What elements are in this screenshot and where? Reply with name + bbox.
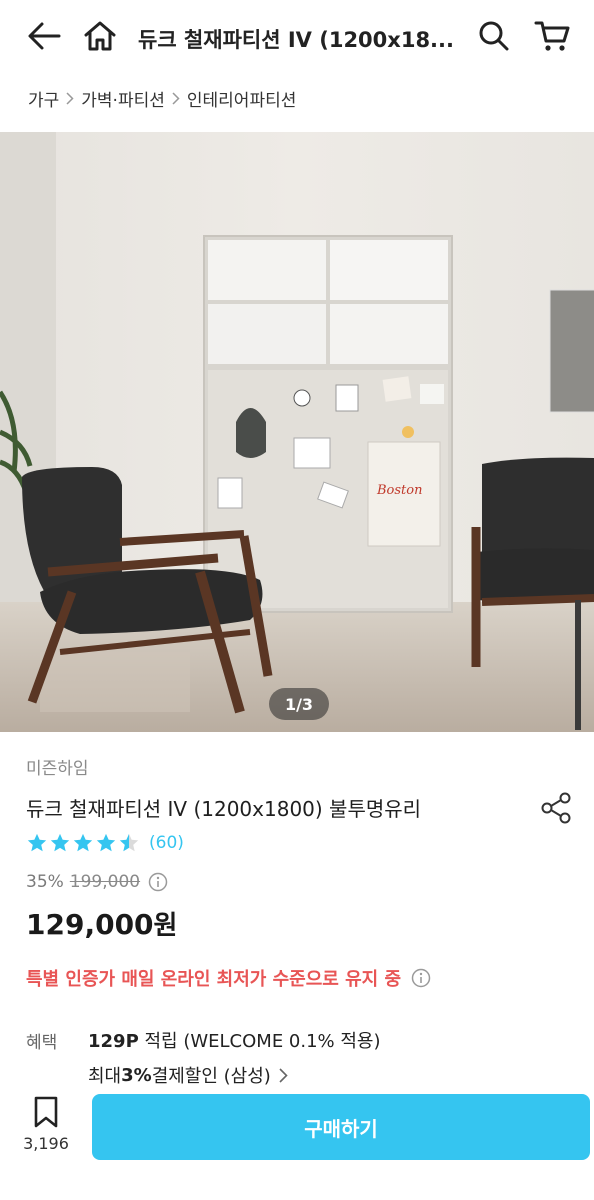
page-title: 듀크 철재파티션 IV (1200x18... <box>138 28 454 52</box>
points-benefit: 129P 적립 (WELCOME 0.1% 적용) <box>88 1027 381 1053</box>
back-button[interactable] <box>22 14 66 58</box>
card-prefix: 최대 <box>88 1066 122 1087</box>
home-icon <box>84 21 116 51</box>
promo-text: 특별 인증가 매일 온라인 최저가 수준으로 유지 중 <box>26 969 402 990</box>
review-count[interactable]: (60) <box>149 833 184 853</box>
breadcrumb: 가구 가벽·파티션 인테리어파티션 <box>28 86 296 111</box>
promo-banner: 특별 인증가 매일 온라인 최저가 수준으로 유지 중 <box>26 965 431 991</box>
star-icon <box>96 833 116 852</box>
image-counter: 1/3 <box>269 688 329 720</box>
points-amount: 129P <box>88 1031 139 1052</box>
share-button[interactable] <box>536 788 576 828</box>
product-title: 듀크 철재파티션 IV (1200x1800) 불투명유리 <box>26 797 422 821</box>
top-app-bar: 듀크 철재파티션 IV (1200x18... <box>0 0 594 74</box>
search-icon <box>479 21 509 51</box>
bottom-action-bar: 3,196 구매하기 <box>0 1086 594 1200</box>
sale-price-value: 129,000 <box>26 908 154 941</box>
bookmark-count: 3,196 <box>23 1134 69 1153</box>
breadcrumb-item-interior-partition[interactable]: 인테리어파티션 <box>187 86 296 111</box>
star-icon <box>50 833 70 852</box>
card-discount-benefit[interactable]: 최대 3% 결제할인 (삼성) <box>88 1062 288 1088</box>
boston-towel-text: Boston <box>376 483 422 498</box>
share-icon <box>541 792 571 824</box>
buy-button[interactable]: 구매하기 <box>92 1094 590 1160</box>
card-rate: 3% <box>121 1064 152 1086</box>
star-icon <box>27 833 47 852</box>
breadcrumb-item-partition-wall[interactable]: 가벽·파티션 <box>81 86 165 111</box>
chevron-right-icon <box>279 1067 288 1083</box>
star-icon <box>73 833 93 852</box>
bookmark-button[interactable]: 3,196 <box>18 1096 74 1166</box>
original-price: 199,000 <box>69 872 141 892</box>
breadcrumb-item-furniture[interactable]: 가구 <box>28 86 59 111</box>
cart-icon <box>534 21 570 51</box>
cart-button[interactable] <box>530 14 574 58</box>
info-icon[interactable] <box>411 968 431 988</box>
card-text: 결제할인 (삼성) <box>151 1066 271 1087</box>
star-rating <box>26 832 141 854</box>
bookmark-icon <box>34 1096 58 1128</box>
arrow-left-icon <box>28 22 61 50</box>
chevron-right-icon <box>172 92 180 105</box>
star-icon <box>119 833 139 852</box>
rating-row[interactable]: (60) <box>26 832 184 854</box>
brand-name[interactable]: 미즌하임 <box>26 754 89 779</box>
search-button[interactable] <box>472 14 516 58</box>
discount-rate: 35% <box>26 872 64 892</box>
product-photo: Boston <box>0 132 594 732</box>
benefit-label: 혜택 <box>26 1033 58 1053</box>
price-info-row: 35% 199,000 <box>26 872 168 892</box>
home-button[interactable] <box>78 14 122 58</box>
product-image-gallery[interactable]: Boston 1/3 <box>0 132 594 732</box>
chevron-right-icon <box>66 92 74 105</box>
info-icon[interactable] <box>148 872 168 892</box>
sale-price: 129,000원 <box>26 905 177 942</box>
price-unit: 원 <box>153 911 178 941</box>
points-text: 적립 (WELCOME 0.1% 적용) <box>138 1031 381 1052</box>
